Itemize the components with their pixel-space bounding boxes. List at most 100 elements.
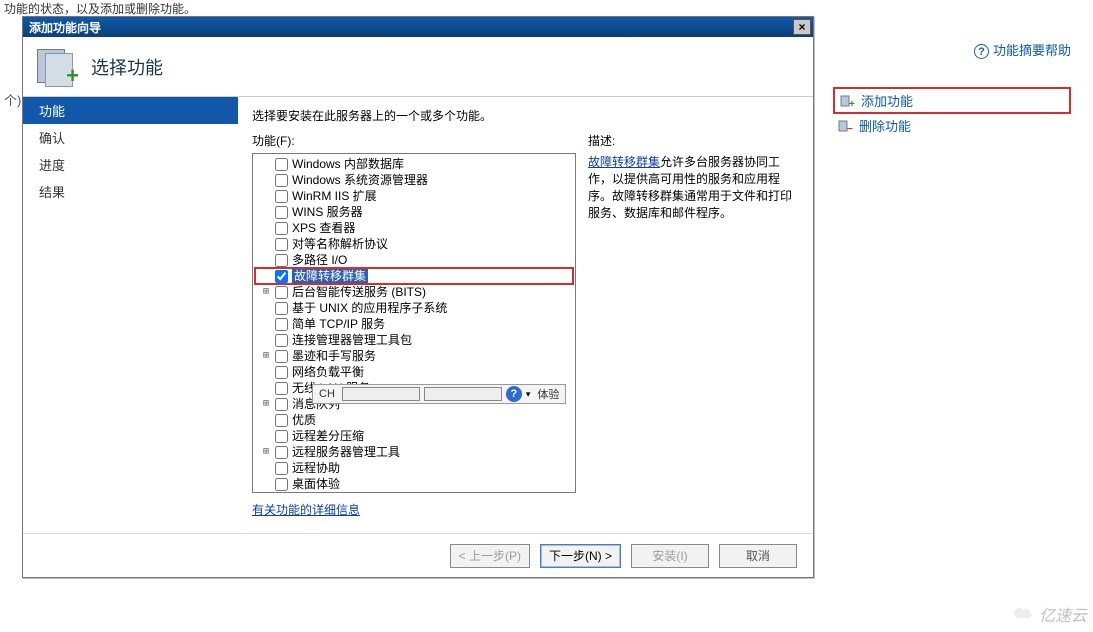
help-icon: ? [974, 44, 989, 59]
features-label: 功能(F): [252, 132, 576, 149]
feature-item[interactable]: ⊞ 远程服务器管理工具 [255, 444, 573, 460]
feature-item[interactable]: 桌面体验 [255, 476, 573, 492]
feature-label: 故障转移群集 [292, 268, 368, 284]
feature-item[interactable]: 对等名称解析协议 [255, 236, 573, 252]
feature-checkbox[interactable] [275, 254, 288, 267]
feature-checkbox[interactable] [275, 286, 288, 299]
description-body: 故障转移群集允许多台服务器协同工作，以提供高可用性的服务和应用程序。故障转移群集… [588, 153, 799, 221]
feature-label: WINS 服务器 [292, 204, 363, 220]
feature-checkbox[interactable] [275, 350, 288, 363]
cancel-button[interactable]: 取消 [719, 544, 797, 568]
feature-checkbox[interactable] [275, 270, 288, 283]
feature-checkbox[interactable] [275, 190, 288, 203]
nav-step-0[interactable]: 功能 [23, 97, 238, 124]
feature-label: 桌面体验 [292, 476, 340, 492]
feature-checkbox[interactable] [275, 174, 288, 187]
wizard-titlebar[interactable]: 添加功能向导 × [23, 17, 813, 37]
nav-step-1[interactable]: 确认 [23, 124, 238, 151]
prev-button[interactable]: < 上一步(P) [450, 544, 530, 568]
feature-item[interactable]: ⊞ 后台智能传送服务 (BITS) [255, 284, 573, 300]
feature-item[interactable]: Windows 内部数据库 [255, 156, 573, 172]
add-feature-link[interactable]: + 添加功能 [833, 87, 1071, 114]
feature-label: 墨迹和手写服务 [292, 348, 376, 364]
ime-btn-2[interactable] [424, 387, 502, 401]
expand-icon[interactable]: ⊞ [261, 284, 271, 300]
feature-item[interactable]: 连接管理器管理工具包 [255, 332, 573, 348]
ime-help-icon[interactable]: ? [506, 386, 522, 402]
feature-checkbox[interactable] [275, 398, 288, 411]
feature-checkbox[interactable] [275, 462, 288, 475]
wizard-banner: + 选择功能 [23, 37, 813, 97]
install-button[interactable]: 安装(I) [631, 544, 709, 568]
ime-trail: 体验 [534, 386, 562, 402]
feature-checkbox[interactable] [275, 334, 288, 347]
feature-checkbox[interactable] [275, 302, 288, 315]
feature-item[interactable]: XPS 查看器 [255, 220, 573, 236]
ime-drop-icon[interactable]: ▾ [526, 389, 531, 400]
page-top-hint: 功能的状态，以及添加或删除功能。 [0, 0, 200, 17]
feature-item[interactable]: WINS 服务器 [255, 204, 573, 220]
right-action-panel: ?功能摘要帮助 + 添加功能 − 删除功能 [827, 32, 1077, 141]
watermark: 亿速云 [1013, 602, 1087, 626]
feature-label: 网络负载平衡 [292, 364, 364, 380]
feature-item[interactable]: ⊞ 墨迹和手写服务 [255, 348, 573, 364]
feature-label: 优质 [292, 412, 316, 428]
feature-checkbox[interactable] [275, 382, 288, 395]
ime-toolbar[interactable]: CH ? ▾ 体验 [312, 384, 566, 404]
description-feature-link[interactable]: 故障转移群集 [588, 155, 660, 169]
server-add-icon: + [839, 93, 855, 109]
feature-item[interactable]: 网络负载平衡 [255, 364, 573, 380]
feature-label: WinRM IIS 扩展 [292, 188, 377, 204]
wizard-title: 添加功能向导 [29, 19, 101, 36]
feature-label: Windows 系统资源管理器 [292, 172, 428, 188]
feature-checkbox[interactable] [275, 366, 288, 379]
feature-item[interactable]: 基于 UNIX 的应用程序子系统 [255, 300, 573, 316]
feature-details-link[interactable]: 有关功能的详细信息 [252, 493, 576, 518]
feature-item[interactable]: 远程协助 [255, 460, 573, 476]
feature-label: 远程服务器管理工具 [292, 444, 400, 460]
feature-label: 远程差分压缩 [292, 428, 364, 444]
feature-item[interactable]: WinRM IIS 扩展 [255, 188, 573, 204]
next-button[interactable]: 下一步(N) > [540, 544, 621, 568]
nav-step-3[interactable]: 结果 [23, 178, 238, 205]
feature-checkbox[interactable] [275, 222, 288, 235]
expand-icon[interactable]: ⊞ [261, 348, 271, 364]
expand-icon[interactable]: ⊞ [261, 444, 271, 460]
features-listbox[interactable]: Windows 内部数据库Windows 系统资源管理器WinRM IIS 扩展… [252, 153, 576, 493]
wizard-banner-title: 选择功能 [91, 54, 163, 80]
feature-item[interactable]: 远程差分压缩 [255, 428, 573, 444]
feature-checkbox[interactable] [275, 446, 288, 459]
feature-item[interactable]: 优质 [255, 412, 573, 428]
feature-checkbox[interactable] [275, 478, 288, 491]
server-remove-icon: − [837, 118, 853, 134]
svg-text:−: − [847, 124, 853, 134]
features-summary-help-link[interactable]: ?功能摘要帮助 [827, 32, 1077, 83]
feature-checkbox[interactable] [275, 318, 288, 331]
feature-item[interactable]: Windows 系统资源管理器 [255, 172, 573, 188]
feature-label: 多路径 I/O [292, 252, 347, 268]
add-feature-label: 添加功能 [861, 91, 913, 110]
feature-checkbox[interactable] [275, 414, 288, 427]
svg-text:+: + [849, 99, 855, 109]
feature-label: 后台智能传送服务 (BITS) [292, 284, 426, 300]
feature-item[interactable]: 简单 TCP/IP 服务 [255, 316, 573, 332]
close-button[interactable]: × [793, 19, 811, 35]
feature-checkbox[interactable] [275, 206, 288, 219]
feature-item[interactable]: 多路径 I/O [255, 252, 573, 268]
feature-checkbox[interactable] [275, 238, 288, 251]
nav-step-2[interactable]: 进度 [23, 151, 238, 178]
remove-feature-label: 删除功能 [859, 116, 911, 135]
instruction-text: 选择要安装在此服务器上的一个或多个功能。 [252, 107, 799, 124]
feature-label: 连接管理器管理工具包 [292, 332, 412, 348]
wizard-nav: 功能确认进度结果 [23, 97, 238, 533]
watermark-text: 亿速云 [1039, 602, 1087, 626]
description-label: 描述: [588, 132, 799, 149]
feature-item[interactable]: 故障转移群集 [255, 268, 573, 284]
feature-checkbox[interactable] [275, 430, 288, 443]
remove-feature-link[interactable]: − 删除功能 [833, 114, 1071, 137]
feature-checkbox[interactable] [275, 158, 288, 171]
description-column: 描述: 故障转移群集允许多台服务器协同工作，以提供高可用性的服务和应用程序。故障… [588, 132, 799, 527]
ime-lang-label[interactable]: CH [316, 388, 338, 400]
expand-icon[interactable]: ⊞ [261, 396, 271, 412]
ime-btn-1[interactable] [342, 387, 420, 401]
